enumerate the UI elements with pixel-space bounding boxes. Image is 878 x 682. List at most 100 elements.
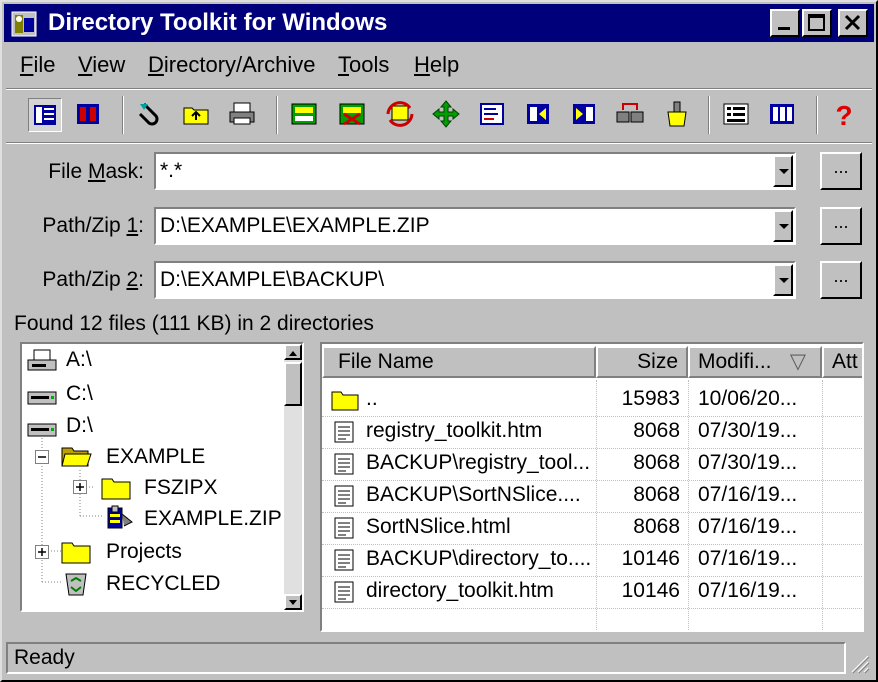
up-folder-button[interactable]	[180, 98, 214, 132]
list-view-button[interactable]	[72, 98, 106, 132]
menu-file[interactable]: File	[20, 52, 55, 78]
tree-item-example[interactable]: EXAMPLE	[106, 445, 205, 469]
clean-button[interactable]	[660, 98, 694, 132]
document-icon	[334, 549, 354, 571]
column-header-size[interactable]: Size	[596, 346, 688, 378]
table-row[interactable]: BACKUP\SortNSlice.... 8068 07/16/19...	[322, 480, 862, 512]
file-name-cell: ..	[366, 387, 378, 410]
path-zip-2-label: Path/Zip 2:	[42, 268, 144, 291]
archive-delete-icon	[339, 103, 365, 126]
tree-item-recycled[interactable]: RECYCLED	[106, 572, 220, 596]
up-folder-icon	[183, 107, 209, 125]
title-bar[interactable]: Directory Toolkit for Windows	[4, 4, 874, 42]
directory-tree[interactable]: A:\ C:\ D:\ EXAMPLE FSZIPX EXAMPLE.ZIP P…	[20, 342, 304, 612]
menu-directory-archive[interactable]: Directory/Archive	[148, 52, 315, 78]
help-button[interactable]: ?	[828, 98, 862, 132]
column-header-file-name[interactable]: File Name	[322, 346, 596, 378]
tree-item-d-drive[interactable]: D:\	[66, 414, 93, 438]
window-title: Directory Toolkit for Windows	[48, 9, 388, 36]
scroll-down-button[interactable]	[284, 594, 302, 610]
expand-icon[interactable]	[73, 480, 87, 494]
table-row[interactable]: BACKUP\directory_to.... 10146 07/16/19..…	[322, 544, 862, 576]
path-zip-2-browse-button[interactable]: ...	[820, 261, 862, 299]
compare-left-button[interactable]	[476, 98, 510, 132]
tree-item-a-drive[interactable]: A:\	[66, 348, 92, 372]
path-zip-2-combo[interactable]: D:\EXAMPLE\BACKUP\	[154, 261, 796, 299]
file-mask-browse-button[interactable]: ...	[820, 152, 862, 190]
network-button[interactable]	[614, 98, 648, 132]
compare-right-icon	[573, 104, 595, 124]
toolbar-separator	[816, 96, 818, 134]
options-icon	[723, 103, 749, 125]
minimize-button[interactable]	[770, 9, 800, 37]
file-list[interactable]: File Name Size Modifi... ▽ Att .. 15983 …	[320, 342, 864, 632]
network-icon	[616, 103, 644, 123]
attach-button[interactable]	[134, 98, 168, 132]
tree-item-projects[interactable]: Projects	[106, 540, 182, 564]
maximize-icon	[808, 14, 825, 31]
move-button[interactable]	[430, 98, 464, 132]
column-header-attributes[interactable]: Att	[822, 346, 862, 378]
minimize-icon	[778, 27, 790, 30]
menu-view[interactable]: View	[78, 52, 125, 78]
scroll-up-button[interactable]	[284, 344, 302, 360]
file-name-cell: registry_toolkit.htm	[366, 419, 543, 442]
compare-split-button[interactable]	[522, 98, 556, 132]
scroll-thumb[interactable]	[284, 362, 302, 406]
archive-delete-button[interactable]	[336, 98, 370, 132]
status-bar: Ready	[6, 642, 846, 674]
tree-vertical-scrollbar[interactable]	[284, 344, 302, 610]
document-icon	[334, 517, 354, 539]
close-button[interactable]	[838, 9, 868, 37]
maximize-button[interactable]	[802, 9, 832, 37]
path-zip-1-dropdown-button[interactable]	[773, 210, 793, 242]
expand-icon[interactable]	[35, 545, 49, 559]
tree-view-button[interactable]	[28, 98, 62, 132]
tree-item-c-drive[interactable]: C:\	[66, 382, 93, 406]
sync-button[interactable]	[384, 98, 418, 132]
file-mask-combo[interactable]: *.*	[154, 152, 796, 190]
column-header-modified-label: Modifi...	[698, 350, 772, 373]
toolbar-separator	[276, 96, 278, 134]
table-row[interactable]: directory_toolkit.htm 10146 07/16/19...	[322, 576, 862, 608]
table-row[interactable]: .. 15983 10/06/20...	[322, 384, 862, 416]
toolbar-separator-line	[6, 142, 872, 144]
column-header-modified[interactable]: Modifi... ▽	[688, 346, 822, 378]
file-modified-cell: 07/30/19...	[698, 419, 798, 442]
resize-grip-icon[interactable]	[848, 652, 870, 674]
zip-archive-icon	[107, 505, 133, 529]
print-button[interactable]	[226, 98, 260, 132]
recycle-bin-icon	[65, 573, 87, 596]
document-icon	[334, 485, 354, 507]
table-row[interactable]: BACKUP\registry_tool.... 8068 07/30/19..…	[322, 448, 862, 480]
file-size-cell: 8068	[633, 419, 680, 442]
path-zip-2-dropdown-button[interactable]	[773, 264, 793, 296]
archive-extract-button[interactable]	[288, 98, 322, 132]
file-name-cell: BACKUP\SortNSlice....	[366, 483, 581, 506]
table-row[interactable]: SortNSlice.html 8068 07/16/19...	[322, 512, 862, 544]
menu-tools[interactable]: Tools	[338, 52, 389, 78]
folder-icon	[101, 478, 131, 500]
table-row[interactable]: registry_toolkit.htm 8068 07/30/19...	[322, 416, 862, 448]
tree-view-icon	[34, 105, 56, 125]
tree-item-example-zip[interactable]: EXAMPLE.ZIP	[144, 507, 282, 531]
columns-button[interactable]	[766, 98, 800, 132]
path-zip-1-combo[interactable]: D:\EXAMPLE\EXAMPLE.ZIP	[154, 207, 796, 245]
menu-help[interactable]: Help	[414, 52, 459, 78]
scroll-down-icon	[289, 600, 297, 605]
close-icon	[844, 14, 861, 31]
file-name-cell: BACKUP\directory_to....	[366, 547, 592, 570]
file-mask-dropdown-button[interactable]	[773, 155, 793, 187]
print-icon	[229, 102, 255, 125]
hard-drive-icon	[27, 423, 57, 437]
compare-right-button[interactable]	[568, 98, 602, 132]
file-size-cell: 8068	[633, 515, 680, 538]
file-size-cell: 10146	[621, 547, 680, 570]
pane-splitter[interactable]	[308, 342, 318, 632]
file-modified-cell: 10/06/20...	[698, 387, 798, 410]
tree-item-fszipx[interactable]: FSZIPX	[144, 476, 218, 500]
file-modified-cell: 07/16/19...	[698, 579, 798, 602]
collapse-icon[interactable]	[35, 450, 49, 464]
options-button[interactable]	[720, 98, 754, 132]
path-zip-1-browse-button[interactable]: ...	[820, 207, 862, 245]
